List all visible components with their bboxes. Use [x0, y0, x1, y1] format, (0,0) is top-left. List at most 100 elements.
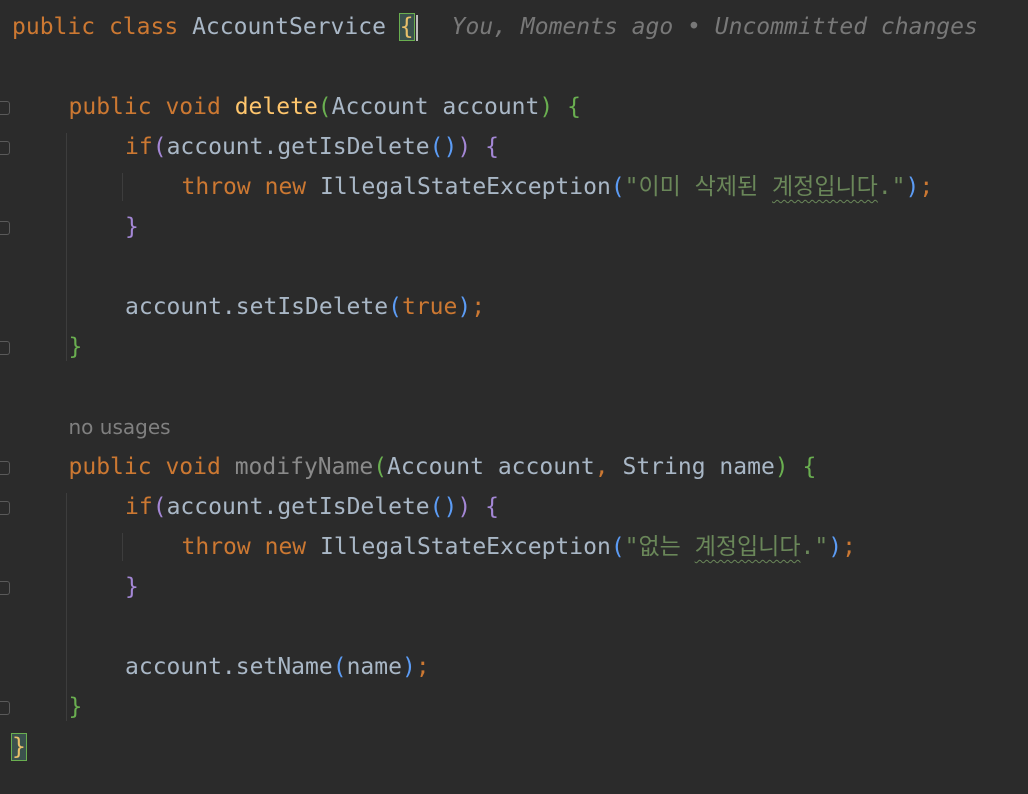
code-token: if [125, 494, 153, 520]
code-token: ." [877, 174, 906, 200]
code-token: } [68, 694, 83, 720]
fold-marker-icon[interactable] [0, 701, 10, 715]
indent-guide [66, 493, 67, 721]
fold-marker-icon[interactable] [0, 101, 10, 115]
code-token: } [125, 214, 139, 240]
code-token: 계정입니다 [694, 534, 801, 560]
code-token: throw [181, 534, 251, 560]
code-token: account.setIsDelete [125, 294, 389, 320]
code-line[interactable]: account.setName(name); [125, 647, 430, 687]
code-token: ( [317, 94, 332, 120]
code-line[interactable]: throw new IllegalStateException("이미 삭제된 … [182, 167, 934, 207]
code-line[interactable]: } [69, 687, 83, 727]
code-token: ) [401, 654, 416, 680]
code-token: { [398, 13, 415, 41]
code-token: 계정입니다 [772, 174, 878, 200]
code-token: "이미 삭제된 [624, 174, 773, 200]
code-line[interactable]: } [11, 727, 27, 767]
code-token: void [165, 94, 221, 120]
code-token: ) [905, 174, 920, 200]
code-token: account.getIsDelete [166, 494, 430, 520]
code-line[interactable]: no usages [69, 407, 171, 447]
code-token: ( [332, 654, 347, 680]
code-token: Account account [387, 454, 595, 480]
code-line[interactable]: public void delete(Account account) { [69, 87, 581, 127]
code-token: ) [828, 534, 843, 560]
usages-hint[interactable]: no usages [69, 415, 171, 439]
code-token: ) [457, 134, 472, 160]
code-token: ( [610, 174, 625, 200]
code-token: public [68, 94, 152, 120]
code-token: ; [842, 534, 856, 560]
indent-guide [122, 173, 123, 201]
code-line[interactable]: if(account.getIsDelete()) { [125, 487, 499, 527]
code-line[interactable]: } [125, 207, 139, 247]
code-token: ) [457, 294, 472, 320]
git-blame-annotation[interactable]: You, Moments ago • Uncommitted changes [452, 14, 978, 40]
code-line[interactable]: public class AccountService {You, Moment… [12, 7, 978, 47]
code-token: account.getIsDelete [166, 134, 430, 160]
code-line[interactable]: account.setIsDelete(true); [125, 287, 485, 327]
code-token: IllegalStateException [320, 534, 611, 560]
code-token: Account account [331, 94, 540, 120]
fold-marker-icon[interactable] [0, 141, 10, 155]
fold-marker-icon[interactable] [0, 341, 10, 355]
fold-marker-icon[interactable] [0, 581, 10, 595]
code-token: delete [234, 94, 318, 120]
fold-marker-icon[interactable] [0, 461, 10, 475]
code-token: public [68, 454, 152, 480]
code-line[interactable]: } [125, 567, 139, 607]
code-token: () [429, 494, 458, 520]
code-token: ; [415, 654, 430, 680]
code-token: ( [373, 454, 388, 480]
code-token: ( [152, 134, 167, 160]
code-token: ) [457, 494, 472, 520]
code-token: ( [152, 494, 167, 520]
code-token: { [567, 94, 581, 120]
code-line[interactable]: if(account.getIsDelete()) { [125, 127, 499, 167]
code-token: class [108, 14, 179, 40]
code-token: { [485, 134, 499, 160]
code-token: { [802, 454, 817, 480]
code-token: AccountService [192, 14, 386, 40]
code-token: ; [919, 174, 934, 200]
code-line[interactable]: } [69, 327, 83, 367]
code-token: ( [610, 534, 625, 560]
code-token: new [264, 174, 307, 200]
code-line[interactable]: public void modifyName(Account account, … [69, 447, 817, 487]
code-token: account.setName [125, 654, 333, 680]
code-token: } [68, 334, 83, 360]
code-line[interactable]: throw new IllegalStateException("없는 계정입니… [182, 527, 856, 567]
code-token: new [264, 534, 307, 560]
fold-marker-icon[interactable] [0, 501, 10, 515]
code-token: void [165, 454, 221, 480]
code-token: ; [471, 294, 486, 320]
code-token: { [485, 494, 499, 520]
code-token: String name [608, 454, 775, 480]
code-token: ) [774, 454, 789, 480]
code-token: IllegalStateException [320, 174, 611, 200]
code-token: "없는 [624, 534, 695, 560]
code-token: name [346, 654, 402, 680]
code-token: ." [800, 534, 829, 560]
code-token: () [429, 134, 458, 160]
fold-marker-icon[interactable] [0, 221, 10, 235]
code-token: } [11, 733, 27, 761]
code-editor[interactable]: public class AccountService { You, Moment… [0, 0, 1028, 794]
code-token: , [594, 454, 609, 480]
code-token: ( [388, 294, 402, 320]
